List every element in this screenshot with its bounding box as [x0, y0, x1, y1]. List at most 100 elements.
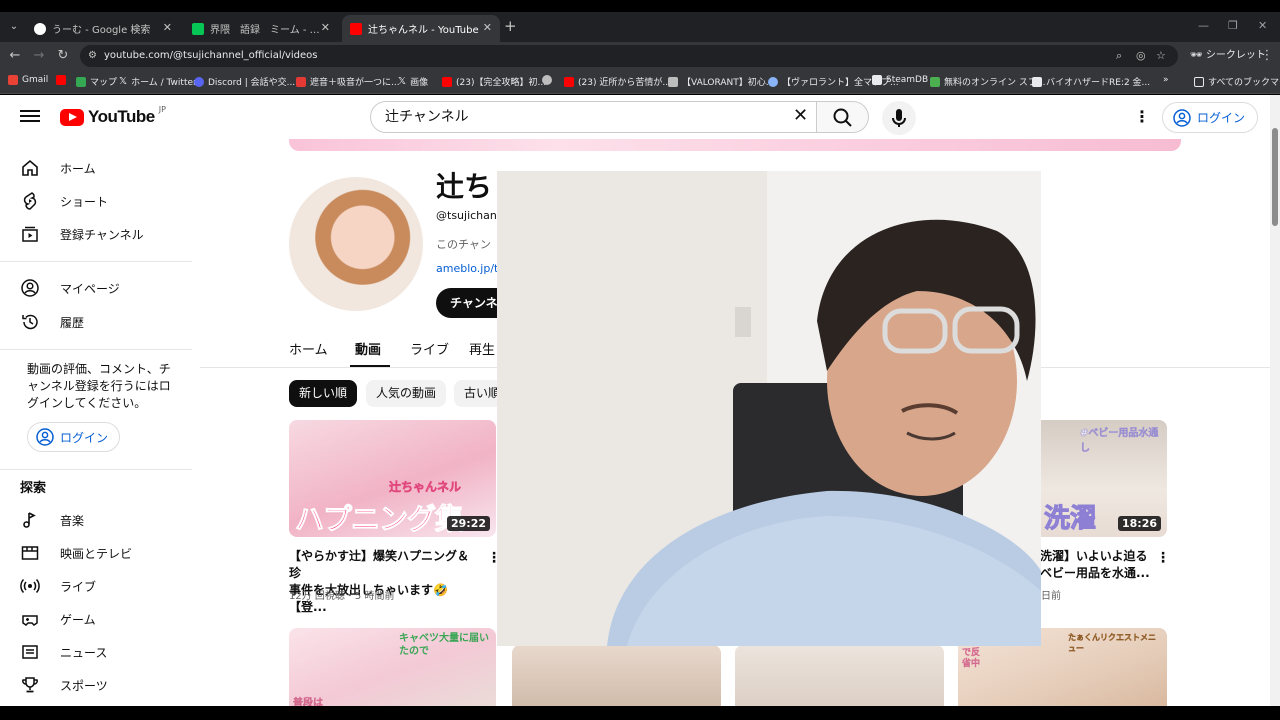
sidebar-item-music[interactable]: 音楽	[20, 505, 84, 535]
sidebar-item-gaming[interactable]: ゲーム	[20, 604, 96, 634]
bookmark-item[interactable]: 無料のオンライン スプ...	[930, 75, 1045, 88]
sidebar-item-sports[interactable]: スポーツ	[20, 670, 108, 700]
video-duration: 18:26	[1117, 516, 1161, 531]
bookmark-label: ホーム / Twitter	[131, 78, 197, 88]
sidebar-item-movies[interactable]: 映画とテレビ	[20, 538, 132, 568]
bookmark-item[interactable]: 遮音＋吸音が一つに...	[296, 75, 400, 88]
bookmark-item[interactable]: (23) 近所から苦情が...	[564, 75, 671, 88]
bookmark-item[interactable]: 𝕏 画像	[398, 75, 428, 88]
incognito-indicator[interactable]: 🕶 シークレット	[1190, 47, 1266, 65]
sidebar-login-button[interactable]: ログイン	[27, 422, 120, 452]
bookmark-item[interactable]	[56, 75, 66, 85]
trophy-icon	[22, 677, 38, 693]
search-input[interactable]: 辻チャンネル	[370, 101, 817, 133]
chip-newest[interactable]: 新しい順	[289, 380, 358, 407]
youtube-wordmark: YouTube	[88, 107, 155, 126]
channel-tab-playlists[interactable]: 再生	[469, 339, 495, 358]
scrollbar-thumb[interactable]	[1272, 128, 1278, 226]
voice-search-button[interactable]	[882, 101, 916, 135]
video-duration: 29:22	[446, 516, 490, 531]
clear-search-icon[interactable]: ✕	[793, 106, 808, 126]
sidebar-item-subscriptions[interactable]: 登録チャンネル	[20, 219, 144, 249]
browser-toolbar: ← → ↻ ⚙ youtube.com/@tsujichannel_offici…	[0, 42, 1280, 70]
bookmark-item[interactable]: (23)【完全攻略】初...	[442, 75, 546, 88]
bookmark-item[interactable]: バイオハザードRE:2 金...	[1032, 75, 1150, 88]
close-icon[interactable]: ✕	[483, 21, 492, 34]
video-thumbnail[interactable]: キャベツ大量に届いたので 普段は	[289, 628, 496, 706]
youtube-icon	[442, 76, 452, 87]
tab-line[interactable]: 界隈 語録 ミーム - LINE スタンプ ✕	[184, 15, 338, 42]
video-thumbnail[interactable]	[735, 645, 944, 706]
search-button[interactable]	[817, 101, 869, 133]
header-login-button[interactable]: ログイン	[1162, 102, 1258, 133]
close-icon[interactable]: ✕	[163, 21, 172, 34]
tab-search-button[interactable]: ⌄	[6, 19, 22, 35]
bookmark-star-icon[interactable]: ☆	[1156, 45, 1166, 67]
thumbnail-text: 洗濯	[1043, 504, 1097, 535]
menu-icon[interactable]	[20, 107, 40, 127]
video-title[interactable]: 【やらかす辻】爆笑ハプニング＆珍 事件を大放出しちゃいます🤣【登...	[289, 548, 479, 616]
thumbnail-text: たぁくんリクエストメニュー	[1068, 633, 1156, 653]
channel-tab-live[interactable]: ライブ	[410, 339, 449, 358]
overlay-video-scene	[497, 171, 1041, 646]
bookmark-item[interactable]: 𝕏 ホーム / Twitter	[119, 75, 197, 88]
sidebar-item-shorts[interactable]: ショート	[20, 186, 108, 216]
bookmark-item[interactable]	[542, 75, 552, 85]
reload-icon[interactable]: ↻	[54, 47, 72, 65]
bookmark-item[interactable]: 【VALORANT】初心...	[668, 75, 774, 88]
zoom-icon[interactable]: ⌕	[1116, 45, 1122, 67]
sidebar-label: ライブ	[60, 579, 97, 594]
forward-icon[interactable]: →	[30, 47, 48, 65]
back-icon[interactable]: ←	[6, 47, 24, 65]
channel-tab-videos[interactable]: 動画	[355, 339, 381, 358]
music-icon	[23, 512, 36, 528]
sidebar-item-news[interactable]: ニュース	[20, 637, 107, 667]
settings-menu-icon[interactable]: ⋮	[1134, 107, 1150, 127]
close-icon[interactable]: ✕	[321, 21, 330, 34]
letterbox-top	[0, 0, 1280, 12]
site-info-icon[interactable]: ⚙	[88, 45, 97, 67]
channel-avatar[interactable]	[289, 177, 423, 311]
video-thumbnail[interactable]: 辻ちゃんネル ハプニング集 29:22	[289, 420, 496, 537]
channel-tab-home[interactable]: ホーム	[289, 339, 328, 358]
sidebar-label: ニュース	[60, 645, 108, 660]
tab-youtube[interactable]: 辻ちゃんネル - YouTube ✕	[342, 15, 500, 42]
channel-description[interactable]: このチャン	[436, 236, 491, 252]
video-title[interactable]: 洗濯】いよいよ迫る ベビー用品を水通...	[1040, 548, 1155, 582]
tab-google[interactable]: うーむ - Google 検索 ✕	[26, 15, 180, 42]
incognito-icon: 🕶	[1190, 50, 1203, 61]
close-window-icon[interactable]: ✕	[1258, 19, 1267, 32]
bookmark-item[interactable]: Discord | 会話や交...	[194, 75, 295, 88]
bookmark-label: Discord | 会話や交...	[208, 78, 296, 88]
chrome-menu-icon[interactable]: ⋮	[1258, 47, 1276, 65]
bookmark-label: バイオハザードRE:2 金...	[1046, 78, 1151, 88]
video-menu-icon[interactable]: ⋮	[1156, 550, 1170, 566]
page-icon	[1032, 76, 1042, 87]
all-bookmarks[interactable]: すべてのブックマーク	[1194, 75, 1280, 88]
sidebar-divider	[0, 261, 192, 262]
youtube-play-icon	[60, 108, 84, 126]
sidebar-item-live[interactable]: ライブ	[20, 571, 96, 601]
thumbnail-text: キャベツ大量に届いたので	[399, 633, 489, 657]
thumbnail-subtext: で反省中	[962, 648, 981, 669]
bookmark-item[interactable]: Gmail	[8, 75, 48, 85]
tracking-blocked-icon[interactable]: ◎	[1136, 45, 1146, 67]
address-bar[interactable]: ⚙ youtube.com/@tsujichannel_official/vid…	[80, 45, 1178, 67]
sidebar-item-home[interactable]: ホーム	[20, 153, 96, 183]
new-tab-button[interactable]: +	[504, 17, 517, 35]
maps-icon	[76, 76, 86, 87]
bookmark-item[interactable]: マップ	[76, 75, 117, 88]
channel-link[interactable]: ameblo.jp/ts	[436, 262, 504, 275]
video-thumbnail[interactable]	[512, 645, 721, 706]
sidebar-item-history[interactable]: 履歴	[20, 307, 84, 337]
youtube-logo[interactable]: YouTube JP	[60, 105, 166, 127]
bookmark-item[interactable]: SteamDB	[872, 75, 928, 85]
sidebar-item-you[interactable]: マイページ	[20, 273, 120, 303]
bookmarks-overflow-icon[interactable]: »	[1163, 75, 1169, 85]
x-icon: 𝕏	[119, 76, 128, 87]
overlay-video-frame	[497, 171, 1041, 646]
minimize-icon[interactable]: —	[1198, 19, 1209, 32]
page-scrollbar[interactable]	[1270, 95, 1280, 706]
chip-popular[interactable]: 人気の動画	[366, 380, 447, 407]
restore-icon[interactable]: ❐	[1228, 19, 1238, 32]
